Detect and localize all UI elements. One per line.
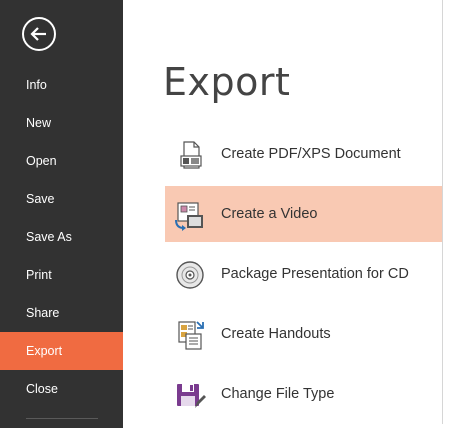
back-button[interactable] (22, 17, 56, 51)
option-create-handouts[interactable]: Create Handouts (165, 306, 442, 362)
option-label: Create Handouts (221, 326, 331, 342)
sidebar-item-print[interactable]: Print (0, 256, 123, 294)
option-label: Package Presentation for CD (221, 266, 409, 282)
sidebar-divider (26, 418, 98, 419)
option-label: Change File Type (221, 386, 335, 402)
option-package-cd[interactable]: Package Presentation for CD (165, 246, 442, 302)
option-label: Create a Video (221, 206, 318, 222)
option-create-pdf-xps[interactable]: Create PDF/XPS Document (165, 126, 442, 182)
save-as-icon (177, 384, 206, 408)
backstage-sidebar: Info New Open Save Save As Print Share E… (0, 0, 123, 428)
sidebar-item-new[interactable]: New (0, 104, 123, 142)
handouts-icon (178, 321, 204, 350)
sidebar-item-share[interactable]: Share (0, 294, 123, 332)
page-title: Export (163, 60, 291, 104)
cd-icon (176, 261, 204, 289)
pdf-document-icon (180, 141, 202, 169)
export-panel: Export Create PDF/XPS Document Create a … (123, 0, 451, 428)
option-label: Create PDF/XPS Document (221, 146, 401, 162)
back-arrow-icon (30, 27, 46, 41)
video-icon (175, 202, 203, 231)
sidebar-item-save[interactable]: Save (0, 180, 123, 218)
sidebar-item-export[interactable]: Export (0, 332, 123, 370)
sidebar-item-save-as[interactable]: Save As (0, 218, 123, 256)
panel-right-border (442, 0, 443, 428)
sidebar-item-open[interactable]: Open (0, 142, 123, 180)
option-change-file-type[interactable]: Change File Type (165, 366, 442, 422)
sidebar-item-info[interactable]: Info (0, 66, 123, 104)
sidebar-item-close[interactable]: Close (0, 370, 123, 408)
option-create-video[interactable]: Create a Video (165, 186, 442, 242)
panel-bottom-edge (123, 424, 451, 428)
